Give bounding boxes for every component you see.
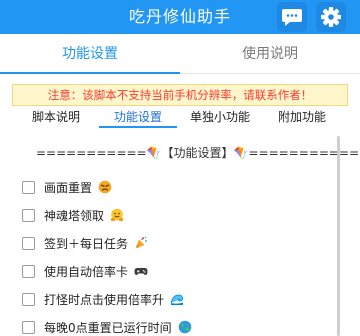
option-midnight-reset-runtime[interactable]: 每晚0点重置已运行时间 — [22, 316, 192, 336]
wave-icon — [170, 292, 184, 306]
checkbox[interactable] — [22, 264, 35, 278]
checkbox[interactable] — [22, 180, 35, 194]
option-click-multiplier-when-fighting[interactable]: 打怪时点击使用倍率升 — [22, 288, 184, 310]
party-popper-icon — [134, 236, 148, 250]
checkbox[interactable] — [22, 236, 35, 250]
option-label: 打怪时点击使用倍率升 — [44, 292, 165, 307]
checkbox[interactable] — [22, 292, 35, 306]
active-subtab-indicator — [99, 126, 177, 128]
option-auto-multiplier-card[interactable]: 使用自动倍率卡 — [22, 260, 148, 282]
section-title: ===========🪁【功能设置】🪁=========== — [36, 146, 360, 160]
subtab-single-functions[interactable]: 单独小功能 — [181, 108, 259, 126]
option-label: 签到＋每日任务 — [44, 236, 129, 251]
hugging-face-icon — [110, 208, 124, 222]
vertical-scrollbar[interactable] — [337, 136, 340, 336]
checkbox[interactable] — [22, 320, 35, 334]
resolution-warning-banner: 注意：该脚本不支持当前手机分辨率，请联系作者！ — [12, 84, 348, 106]
subtab-script-info[interactable]: 脚本说明 — [17, 108, 95, 126]
tab-feature-settings[interactable]: 功能设置 — [0, 34, 180, 74]
subtab-feature-settings[interactable]: 功能设置 — [99, 108, 177, 126]
angry-face-icon — [98, 180, 112, 194]
game-controller-icon — [134, 264, 148, 278]
option-reset-screen[interactable]: 画面重置 — [22, 176, 112, 198]
checkbox[interactable] — [22, 208, 35, 222]
main-tabs: 功能设置 使用说明 — [0, 34, 360, 74]
option-soul-tower-claim[interactable]: 神魂塔领取 — [22, 204, 124, 226]
option-label: 神魂塔领取 — [44, 208, 105, 223]
app-header: 吃丹修仙助手 — [0, 0, 360, 34]
active-tab-indicator — [0, 72, 180, 74]
sub-tabs: 脚本说明 功能设置 单独小功能 附加功能 — [0, 108, 360, 130]
option-label: 画面重置 — [44, 180, 93, 195]
tab-instructions[interactable]: 使用说明 — [180, 34, 360, 74]
option-signin-daily-tasks[interactable]: 签到＋每日任务 — [22, 232, 148, 254]
subtab-extra-functions[interactable]: 附加功能 — [263, 108, 341, 126]
option-label: 每晚0点重置已运行时间 — [44, 320, 172, 335]
settings-button[interactable] — [316, 2, 346, 32]
chat-bubble-icon — [282, 9, 302, 26]
option-label: 使用自动倍率卡 — [44, 264, 129, 279]
gear-icon — [321, 7, 341, 27]
chat-button[interactable] — [277, 2, 307, 32]
globe-icon — [178, 320, 192, 334]
